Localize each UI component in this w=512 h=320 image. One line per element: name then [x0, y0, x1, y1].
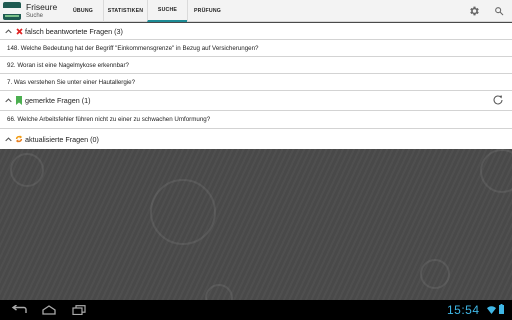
- search-icon[interactable]: [492, 4, 506, 18]
- app-subtitle: Suche: [26, 13, 44, 19]
- close-icon: [15, 27, 23, 35]
- section-title-marked: gemerkte Fragen (1): [25, 96, 91, 105]
- list-item[interactable]: 7. Was verstehen Sie unter einer Hautall…: [0, 74, 512, 91]
- chalkboard-background: [0, 149, 512, 312]
- status-icons: [487, 304, 509, 315]
- section-title-wrong: falsch beantwortete Fragen (3): [25, 26, 123, 36]
- question-text: 148. Welche Bedeutung hat der Begriff "E…: [7, 44, 259, 52]
- tab-pruefung[interactable]: PRÜFUNG: [187, 0, 227, 22]
- question-text: 92. Woran ist eine Nagelmykose erkennbar…: [7, 61, 129, 69]
- system-bar: 15:54: [0, 300, 512, 320]
- bookmark-icon: [15, 96, 23, 105]
- app-title: Friseure: [26, 2, 58, 12]
- chevron-up-icon: [5, 98, 13, 103]
- section-header-marked[interactable]: gemerkte Fragen (1): [0, 91, 512, 111]
- home-icon[interactable]: [41, 304, 57, 316]
- question-list: falsch beantwortete Fragen (3) 148. Welc…: [0, 23, 512, 149]
- battery-icon: [499, 301, 504, 319]
- watermark-stamp: [480, 149, 512, 193]
- chevron-up-icon: [5, 28, 13, 34]
- watermark-stamp: [420, 259, 450, 289]
- wifi-icon: [487, 301, 496, 319]
- section-header-wrong[interactable]: falsch beantwortete Fragen (3): [0, 23, 512, 40]
- tab-suche[interactable]: SUCHE: [147, 0, 187, 22]
- action-bar: Friseure Suche ÜBUNG STATISTIKEN SUCHE P…: [0, 0, 512, 22]
- question-text: 66. Welche Arbeitsfehler führen nicht zu…: [7, 116, 211, 123]
- section-title-updated: aktualisierte Fragen (0): [25, 134, 99, 144]
- app-icon[interactable]: [3, 2, 21, 20]
- clock: 15:54: [447, 303, 480, 317]
- tab-bar: ÜBUNG STATISTIKEN SUCHE PRÜFUNG: [63, 0, 227, 22]
- list-item[interactable]: 66. Welche Arbeitsfehler führen nicht zu…: [0, 111, 512, 129]
- tab-statistiken[interactable]: STATISTIKEN: [103, 0, 147, 22]
- list-item[interactable]: 148. Welche Bedeutung hat der Begriff "E…: [0, 40, 512, 57]
- section-header-updated[interactable]: aktualisierte Fragen (0): [0, 129, 512, 149]
- refresh-icon[interactable]: [492, 94, 504, 106]
- settings-icon[interactable]: [467, 4, 481, 18]
- back-icon[interactable]: [11, 304, 27, 316]
- watermark-stamp: [150, 179, 216, 245]
- update-icon: [15, 135, 23, 143]
- recent-apps-icon[interactable]: [71, 304, 87, 316]
- watermark-stamp: [10, 153, 44, 187]
- chevron-up-icon: [5, 136, 13, 142]
- tab-uebung[interactable]: ÜBUNG: [63, 0, 103, 22]
- question-text: 7. Was verstehen Sie unter einer Hautall…: [7, 78, 136, 86]
- list-item[interactable]: 92. Woran ist eine Nagelmykose erkennbar…: [0, 57, 512, 74]
